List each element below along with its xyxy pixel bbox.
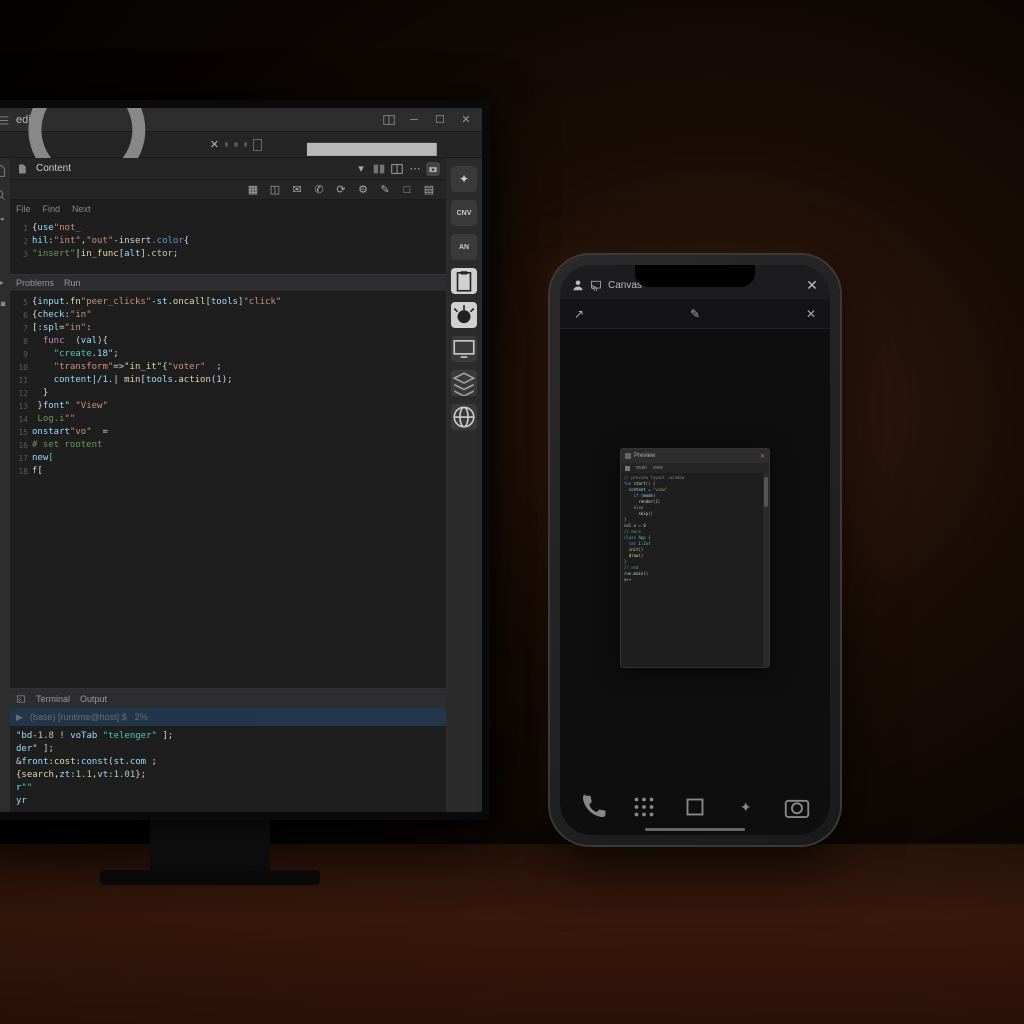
crumb-file[interactable]: File <box>16 204 31 214</box>
mini-tab-icon <box>625 466 630 471</box>
tool-icon-3[interactable]: ✉ <box>290 183 304 197</box>
phone-content: Preview ✕ main view // preview layout :w… <box>560 329 830 787</box>
phone-sparkle-icon[interactable]: ✦ <box>731 792 761 822</box>
debug-icon[interactable] <box>0 276 7 290</box>
tool-icon-4[interactable]: ✆ <box>312 183 326 197</box>
phone-toolbar: ↗ ✎ ✕ <box>560 299 830 329</box>
home-indicator[interactable] <box>645 828 745 831</box>
phone-home-icon[interactable] <box>680 792 710 822</box>
mini-scrollbar[interactable] <box>763 473 769 667</box>
code-editor-main[interactable]: 5{input.fn"peer_clicks"-st.oncall[tools]… <box>10 292 446 688</box>
layers-icon[interactable] <box>451 370 477 396</box>
monitor-icon[interactable] <box>451 336 477 362</box>
code-editor-top[interactable]: 1{use"not_2hil:"int","out"-insert.color{… <box>10 218 446 274</box>
split-icon[interactable] <box>390 162 404 176</box>
mini-tab-view[interactable]: view <box>653 465 663 471</box>
mini-app-icon <box>625 453 631 459</box>
tab-row: Content ▾ ⋯ <box>10 158 446 180</box>
compare-icon[interactable] <box>372 162 386 176</box>
cnv-button[interactable]: CNV <box>451 200 477 226</box>
monitor-frame: editor ─ ☐ ✕ ✕ <box>0 100 490 820</box>
toolbar-close-icon[interactable]: ✕ <box>806 307 816 321</box>
terminal-tag: 2% <box>135 712 148 722</box>
cast-icon[interactable] <box>590 279 602 291</box>
subtab-problems[interactable]: Problems <box>16 278 54 288</box>
right-sidebar: ✦ CNV AN <box>446 158 482 812</box>
globe-icon[interactable] <box>451 404 477 430</box>
more-icon[interactable]: ⋯ <box>408 162 422 176</box>
editor-column: Content ▾ ⋯ <box>10 158 446 812</box>
file-icon <box>16 163 28 175</box>
mini-code[interactable]: // preview layout :windowfun start() { c… <box>621 473 763 667</box>
extensions-icon[interactable] <box>0 300 7 314</box>
sparkle-icon[interactable]: ✦ <box>451 166 477 192</box>
terminal-prompt-bar: ▶ (base) [runtime@host] $ 2% <box>10 708 446 726</box>
terminal-tabs: Terminal Output <box>10 688 446 708</box>
mini-tab-main[interactable]: main <box>636 465 647 471</box>
indicator-dot <box>234 142 237 147</box>
breadcrumb: File Find Next <box>10 200 446 218</box>
phone-camera-icon[interactable] <box>782 792 812 822</box>
user-icon <box>572 279 584 291</box>
search-activity-icon[interactable] <box>0 188 7 202</box>
terminal-icon <box>16 694 26 704</box>
indicator-dot <box>244 142 247 147</box>
search-close-icon[interactable]: ✕ <box>210 138 219 151</box>
arrow-icon[interactable]: ↗ <box>574 307 584 321</box>
tool-icon-1[interactable]: ▦ <box>246 183 260 197</box>
mini-scroll-thumb[interactable] <box>764 477 768 507</box>
mini-editor-preview[interactable]: Preview ✕ main view // preview layout :w… <box>620 448 770 668</box>
subtab-run[interactable]: Run <box>64 278 81 288</box>
tool-icon-6[interactable]: ⚙ <box>356 183 370 197</box>
phone-close-icon[interactable]: ✕ <box>806 279 818 291</box>
camera-icon[interactable] <box>426 162 440 176</box>
tool-icon-9[interactable]: ▤ <box>422 183 436 197</box>
tool-icon-8[interactable]: □ <box>400 183 414 197</box>
tool-icon-7[interactable]: ✎ <box>378 183 392 197</box>
phone-keypad-icon[interactable] <box>629 792 659 822</box>
tool-icon-2[interactable]: ◫ <box>268 183 282 197</box>
clipboard-icon[interactable] <box>451 268 477 294</box>
secondary-bar: ✕ <box>0 132 482 158</box>
subtabs: Problems Run <box>10 274 446 292</box>
terminal-tab-terminal[interactable]: Terminal <box>36 694 70 704</box>
monitor-base <box>100 870 320 885</box>
bug-icon[interactable] <box>451 302 477 328</box>
mini-close-icon[interactable]: ✕ <box>760 453 765 460</box>
ide-body: Content ▾ ⋯ <box>0 158 482 812</box>
files-icon[interactable] <box>0 164 7 178</box>
terminal-output[interactable]: "bd-1.8 ! voTab "telenger" ];der" ];&fro… <box>10 726 446 812</box>
mini-title-text: Preview <box>634 453 655 459</box>
phone-call-icon[interactable] <box>578 792 608 822</box>
phone-frame: Canvas ✕ ↗ ✎ ✕ Preview ✕ main <box>550 255 840 845</box>
tab-label[interactable]: Content <box>36 163 71 174</box>
mini-titlebar: Preview ✕ <box>621 449 769 463</box>
phone-screen: Canvas ✕ ↗ ✎ ✕ Preview ✕ main <box>560 265 830 835</box>
crumb-next[interactable]: Next <box>72 204 91 214</box>
phone-notch <box>635 265 755 287</box>
mini-body: // preview layout :windowfun start() { c… <box>621 473 769 667</box>
toolbar-row: ▦ ◫ ✉ ✆ ⟳ ⚙ ✎ □ ▤ <box>10 180 446 200</box>
dropdown-icon[interactable]: ▾ <box>354 162 368 176</box>
branch-icon[interactable] <box>0 212 7 226</box>
terminal-tab-output[interactable]: Output <box>80 694 107 704</box>
terminal-prompt: (base) [runtime@host] $ <box>30 712 127 722</box>
an-button[interactable]: AN <box>451 234 477 260</box>
ide-window: editor ─ ☐ ✕ ✕ <box>0 108 482 812</box>
prompt-icon: ▶ <box>16 712 26 722</box>
magic-icon[interactable]: ✎ <box>690 307 700 321</box>
grid-icon[interactable] <box>253 139 262 151</box>
indicator-dot <box>225 142 228 147</box>
activity-bar <box>0 158 10 812</box>
mini-tabs: main view <box>621 463 769 473</box>
crumb-find[interactable]: Find <box>43 204 61 214</box>
tool-icon-5[interactable]: ⟳ <box>334 183 348 197</box>
